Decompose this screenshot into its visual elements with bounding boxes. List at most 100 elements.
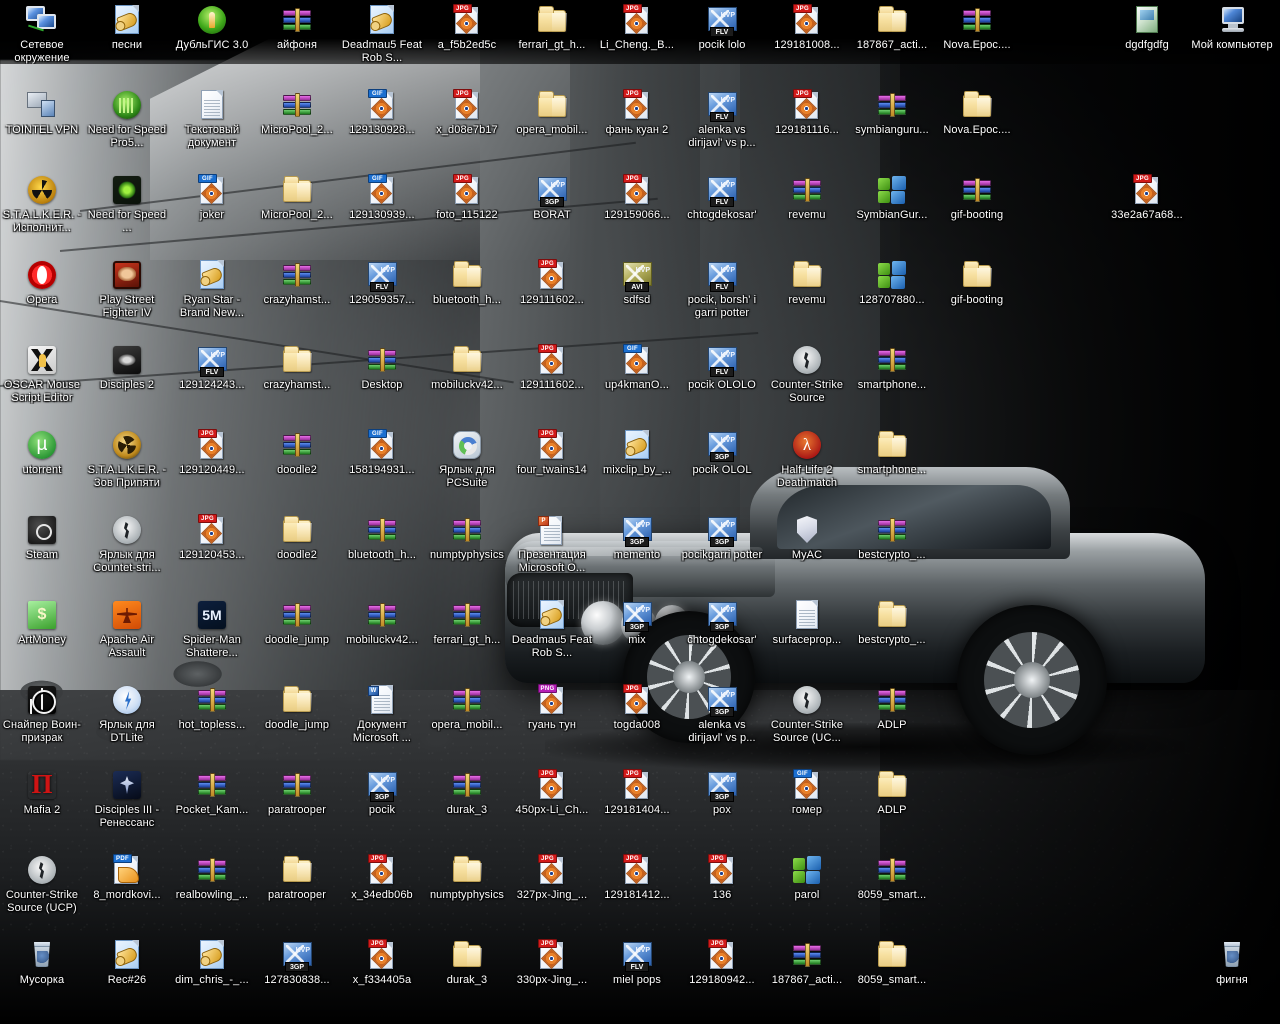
desktop-icon[interactable]: KVP3GP127830838... bbox=[255, 939, 339, 987]
desktop-icon[interactable]: KVPFLVchtogdekosar' bbox=[680, 174, 764, 222]
desktop-icon[interactable]: PNGгуань тун bbox=[510, 684, 594, 732]
desktop-icon[interactable]: surfaceprop... bbox=[765, 599, 849, 647]
desktop-icon[interactable]: JPG129180942... bbox=[680, 939, 764, 987]
desktop-icon[interactable]: JPG129111602... bbox=[510, 259, 594, 307]
desktop-icon[interactable]: Deadmau5 Feat Rob S... bbox=[340, 4, 424, 64]
desktop-icon[interactable]: symbianguru... bbox=[850, 89, 934, 137]
desktop-icon[interactable]: Need for Speed Pro5... bbox=[85, 89, 169, 149]
desktop-icon[interactable]: JPG450px-Li_Ch... bbox=[510, 769, 594, 817]
desktop-icon[interactable]: JPGfoto_115122 bbox=[425, 174, 509, 222]
desktop-icon[interactable]: JPG129181412... bbox=[595, 854, 679, 902]
desktop-icon[interactable]: revemu bbox=[765, 259, 849, 307]
desktop-icon[interactable]: KVPFLVpocik, borsh' i garri potter bbox=[680, 259, 764, 319]
desktop-icon[interactable]: MicroPool_2... bbox=[255, 174, 339, 222]
desktop-icon[interactable]: айфоня bbox=[255, 4, 339, 52]
desktop-icon[interactable]: Desktop bbox=[340, 344, 424, 392]
desktop-icon[interactable]: GIF129130939... bbox=[340, 174, 424, 222]
desktop-icon[interactable]: KVP3GPmix bbox=[595, 599, 679, 647]
desktop-icon[interactable]: ADLP bbox=[850, 684, 934, 732]
desktop-icon[interactable]: Spider-Man Shattere... bbox=[170, 599, 254, 659]
desktop-icon[interactable]: JPGx_34edb06b bbox=[340, 854, 424, 902]
desktop-icon[interactable]: WДокумент Microsoft ... bbox=[340, 684, 424, 744]
desktop-icon[interactable]: bestcrypto_... bbox=[850, 514, 934, 562]
desktop-icon[interactable]: Deadmau5 Feat Rob S... bbox=[510, 599, 594, 659]
desktop-icon[interactable]: JPG129111602... bbox=[510, 344, 594, 392]
desktop-icon[interactable]: Сетевое окружение bbox=[0, 4, 84, 64]
desktop-icon[interactable]: mobiluckv42... bbox=[425, 344, 509, 392]
desktop-icon[interactable]: JPGx_d08e7b17 bbox=[425, 89, 509, 137]
desktop-icon[interactable]: crazyhamst... bbox=[255, 344, 339, 392]
desktop-icon[interactable]: KVP3GPpox bbox=[680, 769, 764, 817]
desktop-icon[interactable]: Nova.Epoc.... bbox=[935, 4, 1019, 52]
desktop-icon[interactable]: KVP3GPmemento bbox=[595, 514, 679, 562]
desktop-icon[interactable]: Play Street Fighter IV bbox=[85, 259, 169, 319]
desktop-icon[interactable]: doodle2 bbox=[255, 514, 339, 562]
desktop-icon[interactable]: dim_chris_-_... bbox=[170, 939, 254, 987]
desktop-icon[interactable]: Counter-Strike Source bbox=[765, 344, 849, 404]
desktop-icon[interactable]: Ярлык для PCSuite bbox=[425, 429, 509, 489]
desktop-icon[interactable]: smartphone... bbox=[850, 429, 934, 477]
desktop-icon[interactable]: Rec#26 bbox=[85, 939, 169, 987]
desktop-icon-grid[interactable]: Сетевое окружениепесниДубльГИС 3.0айфоня… bbox=[0, 0, 1280, 1024]
desktop-icon[interactable]: KVP3GPpocik OLOL bbox=[680, 429, 764, 477]
desktop-icon[interactable]: mixclip_by_... bbox=[595, 429, 679, 477]
desktop-icon[interactable]: realbowling_... bbox=[170, 854, 254, 902]
desktop-icon[interactable]: фигня bbox=[1190, 939, 1274, 987]
desktop-icon[interactable]: JPGLi_Cheng._B... bbox=[595, 4, 679, 52]
desktop-icon[interactable]: GIFjoker bbox=[170, 174, 254, 222]
desktop-icon[interactable]: 187867_acti... bbox=[765, 939, 849, 987]
desktop-icon[interactable]: Half-Life 2 Deathmatch bbox=[765, 429, 849, 489]
desktop-icon[interactable]: 187867_acti... bbox=[850, 4, 934, 52]
desktop-icon[interactable]: Opera bbox=[0, 259, 84, 307]
desktop-icon[interactable]: GIFгомер bbox=[765, 769, 849, 817]
desktop-icon[interactable]: utorrent bbox=[0, 429, 84, 477]
desktop-icon[interactable]: doodle2 bbox=[255, 429, 339, 477]
desktop-icon[interactable]: doodle_jump bbox=[255, 599, 339, 647]
desktop-icon[interactable]: gif-booting bbox=[935, 259, 1019, 307]
desktop-icon[interactable]: JPG129120453... bbox=[170, 514, 254, 562]
desktop-icon[interactable]: 128707880... bbox=[850, 259, 934, 307]
desktop-icon[interactable]: Ryan Star - Brand New... bbox=[170, 259, 254, 319]
desktop-icon[interactable]: smartphone... bbox=[850, 344, 934, 392]
desktop-icon[interactable]: Mafia 2 bbox=[0, 769, 84, 817]
desktop-icon[interactable]: Ярлык для Countet-stri... bbox=[85, 514, 169, 574]
desktop-icon[interactable]: Ярлык для DTLite bbox=[85, 684, 169, 744]
desktop-icon[interactable]: KVPFLValenka vs dirijavl' vs p... bbox=[680, 89, 764, 149]
desktop-icon[interactable]: KVP3GPalenka vs dirijavl' vs p... bbox=[680, 684, 764, 744]
desktop-icon[interactable]: 8059_smart... bbox=[850, 854, 934, 902]
desktop-icon[interactable]: ferrari_gt_h... bbox=[425, 599, 509, 647]
desktop-icon[interactable]: parol bbox=[765, 854, 849, 902]
desktop-icon[interactable]: KVPFLVpocik lolo bbox=[680, 4, 764, 52]
desktop-icon[interactable]: bluetooth_h... bbox=[425, 259, 509, 307]
desktop-icon[interactable]: paratrooper bbox=[255, 769, 339, 817]
desktop-icon[interactable]: Apache Air Assault bbox=[85, 599, 169, 659]
desktop-icon[interactable]: KVP3GPBORAT bbox=[510, 174, 594, 222]
desktop-icon[interactable]: bluetooth_h... bbox=[340, 514, 424, 562]
desktop-icon[interactable]: KVPFLV129059357... bbox=[340, 259, 424, 307]
desktop-icon[interactable]: JPGa_f5b2ed5c bbox=[425, 4, 509, 52]
desktop-icon[interactable]: MyAC bbox=[765, 514, 849, 562]
desktop-icon[interactable]: Counter-Strike Source (UCP) bbox=[0, 854, 84, 914]
desktop-icon[interactable]: KVP3GPpocikgarri potter bbox=[680, 514, 764, 562]
desktop-icon[interactable]: SymbianGur... bbox=[850, 174, 934, 222]
desktop-icon[interactable]: S.T.A.L.K.E.R. - Зов Припяти bbox=[85, 429, 169, 489]
desktop-icon[interactable]: KVPAVIsdfsd bbox=[595, 259, 679, 307]
desktop-icon[interactable]: JPG129181008... bbox=[765, 4, 849, 52]
desktop-icon[interactable]: ДубльГИС 3.0 bbox=[170, 4, 254, 52]
desktop-icon[interactable]: gif-booting bbox=[935, 174, 1019, 222]
desktop-icon[interactable]: Disciples III - Ренессанс bbox=[85, 769, 169, 829]
desktop-icon[interactable]: песни bbox=[85, 4, 169, 52]
desktop-icon[interactable]: GIF129130928... bbox=[340, 89, 424, 137]
desktop-icon[interactable]: ArtMoney bbox=[0, 599, 84, 647]
desktop-icon[interactable]: opera_mobil... bbox=[425, 684, 509, 732]
desktop-icon[interactable]: Nova.Epoc.... bbox=[935, 89, 1019, 137]
desktop-icon[interactable]: Текстовый документ bbox=[170, 89, 254, 149]
desktop-icon[interactable]: KVPFLV129124243... bbox=[170, 344, 254, 392]
desktop-icon[interactable]: numptyphysics bbox=[425, 854, 509, 902]
desktop-icon[interactable]: ferrari_gt_h... bbox=[510, 4, 594, 52]
desktop-icon[interactable]: Снайпер Воин-призрак bbox=[0, 684, 84, 744]
desktop-icon[interactable]: GIF158194931... bbox=[340, 429, 424, 477]
desktop-icon[interactable]: Pocket_Kam... bbox=[170, 769, 254, 817]
desktop-icon[interactable]: mobiluckv42... bbox=[340, 599, 424, 647]
desktop-icon[interactable]: JPG327px-Jing_... bbox=[510, 854, 594, 902]
